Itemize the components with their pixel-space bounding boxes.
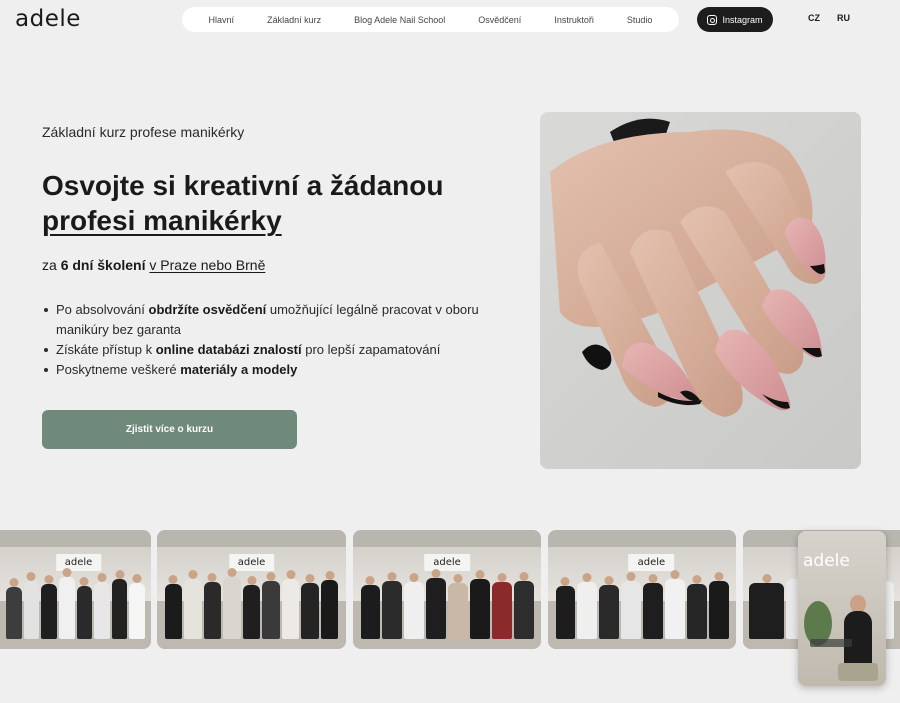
benefit-item: Získáte přístup k online databázi znalos… — [42, 340, 527, 360]
main-nav: Hlavní Základní kurz Blog Adele Nail Sch… — [182, 7, 679, 32]
nav-item-studio[interactable]: Studio — [627, 15, 653, 25]
hero-headline: Osvojte si kreativní a žádanou profesi m… — [42, 168, 522, 238]
headline-line-1: Osvojte si kreativní a žádanou — [42, 170, 444, 201]
lang-ru[interactable]: RU — [837, 13, 850, 23]
gallery-photo[interactable]: adele — [353, 530, 541, 649]
nav-item-hlavni[interactable]: Hlavní — [209, 15, 235, 25]
brand-sign: adele — [628, 553, 675, 571]
lang-cz[interactable]: CZ — [808, 13, 820, 23]
sub-duration: 6 dní školení — [60, 257, 146, 273]
logo[interactable]: adele — [15, 6, 81, 32]
hero-eyebrow: Základní kurz profese manikérky — [42, 124, 245, 140]
floating-video-card[interactable]: adele — [798, 531, 886, 686]
brand-sign: adele — [424, 553, 470, 571]
instagram-icon — [707, 14, 718, 25]
benefit-item: Poskytneme veškeré materiály a modely — [42, 360, 527, 380]
gallery-photo[interactable]: adele — [157, 530, 346, 649]
hero-nails-image — [540, 112, 861, 469]
headline-line-2: profesi manikérky — [42, 205, 282, 236]
learn-more-button[interactable]: Zjistit více o kurzu — [42, 410, 297, 449]
benefits-list: Po absolvování obdržíte osvědčení umožňu… — [42, 300, 527, 380]
sub-prefix: za — [42, 257, 61, 273]
brand-sign: adele — [228, 553, 275, 571]
nav-item-instruktori[interactable]: Instruktoři — [554, 15, 594, 25]
video-card-logo: adele — [803, 551, 850, 571]
gallery-photo[interactable]: adele — [0, 530, 151, 649]
hand-illustration — [550, 118, 826, 417]
hero-subtitle: za 6 dní školení v Praze nebo Brně — [42, 257, 265, 273]
brand-sign: adele — [55, 553, 102, 571]
nav-item-osvedceni[interactable]: Osvědčení — [478, 15, 521, 25]
nav-item-zakladni-kurz[interactable]: Základní kurz — [267, 15, 321, 25]
sub-location-link[interactable]: v Praze nebo Brně — [149, 257, 265, 273]
instagram-button[interactable]: Instagram — [697, 7, 773, 32]
instagram-label: Instagram — [722, 14, 763, 25]
nav-item-blog[interactable]: Blog Adele Nail School — [354, 15, 445, 25]
benefit-item: Po absolvování obdržíte osvědčení umožňu… — [42, 300, 527, 340]
gallery-photo[interactable]: adele — [548, 530, 736, 649]
